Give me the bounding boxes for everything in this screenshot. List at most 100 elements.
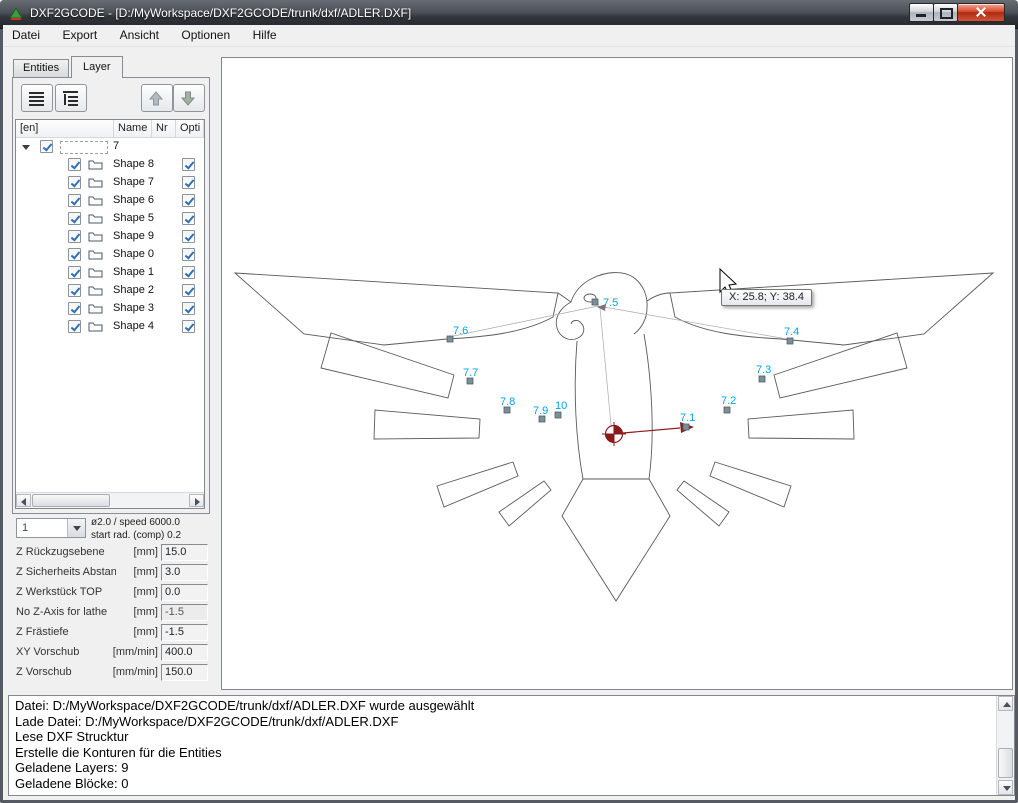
shape-checkbox[interactable] <box>68 266 81 279</box>
shape-label: Shape 9 <box>113 230 154 242</box>
log-line: Datei: D:/MyWorkspace/DXF2GCODE/trunk/dx… <box>15 698 994 714</box>
no-z-axis-field[interactable]: -1.5 <box>161 604 208 621</box>
layer-tree[interactable]: [en] Name Nr Opti 7 Shape 8 <box>15 119 205 509</box>
shape-checkbox[interactable] <box>68 248 81 261</box>
tree-header-name[interactable]: Name <box>114 120 152 138</box>
shape-checkbox[interactable] <box>68 212 81 225</box>
point-marker <box>592 299 598 305</box>
tree-row-shape[interactable]: Shape 3 <box>16 300 204 318</box>
dxf-drawing: 7.5 7.6 7.7 7.8 7.9 10 7.1 7.2 7.3 7.4 <box>222 58 1012 689</box>
tree-hscrollbar[interactable] <box>16 492 204 508</box>
arrow-up-icon <box>1003 702 1011 707</box>
shape-checkbox[interactable] <box>68 194 81 207</box>
scroll-down-button[interactable] <box>998 780 1013 795</box>
scroll-right-button[interactable] <box>189 494 204 507</box>
shape-checkbox[interactable] <box>68 302 81 315</box>
menu-hilfe[interactable]: Hilfe <box>244 25 286 46</box>
shape-label: Shape 5 <box>113 212 154 224</box>
tree-header-nr[interactable]: Nr <box>152 120 176 138</box>
log-line: Geladene Blöcke: 0 <box>15 776 994 792</box>
tree-row-layer[interactable]: 7 <box>16 138 204 156</box>
tree-row-shape[interactable]: Shape 4 <box>16 318 204 336</box>
shape-label: Shape 6 <box>113 194 154 206</box>
window-title: DXF2GCODE - [D:/MyWorkspace/DXF2GCODE/tr… <box>30 0 411 27</box>
opti-checkbox[interactable] <box>182 302 195 315</box>
log-line: Geladene Layers: 9 <box>15 760 994 776</box>
menu-datei[interactable]: Datei <box>3 25 49 46</box>
marker-label: 10 <box>555 400 567 412</box>
tree-row-shape[interactable]: Shape 0 <box>16 246 204 264</box>
opti-checkbox[interactable] <box>182 158 195 171</box>
shape-label: Shape 0 <box>113 248 154 260</box>
z-mill-depth-field[interactable]: -1.5 <box>161 624 208 641</box>
log-lines: Datei: D:/MyWorkspace/DXF2GCODE/trunk/dx… <box>15 698 994 791</box>
vscroll-thumb[interactable] <box>998 748 1013 778</box>
message-log[interactable]: Datei: D:/MyWorkspace/DXF2GCODE/trunk/dx… <box>8 695 1015 796</box>
tool-select[interactable]: 1 <box>16 518 86 538</box>
shape-checkbox[interactable] <box>68 158 81 171</box>
shape-label: Shape 4 <box>113 320 154 332</box>
scroll-left-button[interactable] <box>16 494 31 507</box>
opti-checkbox[interactable] <box>182 194 195 207</box>
z-workpiece-top-field[interactable]: 0.0 <box>161 584 208 601</box>
param-label: Z Vorschub <box>16 666 116 678</box>
expander-icon[interactable] <box>22 145 30 150</box>
tree-row-shape[interactable]: Shape 1 <box>16 264 204 282</box>
opti-checkbox[interactable] <box>182 176 195 189</box>
tree-header-opti[interactable]: Opti <box>176 120 204 138</box>
close-button[interactable] <box>957 3 1005 22</box>
param-label: Z Rückzugsebene <box>16 546 116 558</box>
drawing-canvas[interactable]: 7.5 7.6 7.7 7.8 7.9 10 7.1 7.2 7.3 7.4 <box>221 57 1013 690</box>
tree-row-shape[interactable]: Shape 9 <box>16 228 204 246</box>
hscroll-thumb[interactable] <box>32 494 110 507</box>
opti-checkbox[interactable] <box>182 320 195 333</box>
tool-info-line1: ø2.0 / speed 6000.0 <box>91 517 180 528</box>
tree-row-shape[interactable]: Shape 2 <box>16 282 204 300</box>
menu-optionen[interactable]: Optionen <box>172 25 239 46</box>
opti-checkbox[interactable] <box>182 284 195 297</box>
param-unit: [mm/min] <box>106 666 158 678</box>
move-down-button[interactable] <box>173 84 205 112</box>
xy-feed-field[interactable]: 400.0 <box>161 644 208 661</box>
shape-checkbox[interactable] <box>68 284 81 297</box>
opti-checkbox[interactable] <box>182 248 195 261</box>
shape-checkbox[interactable] <box>68 176 81 189</box>
z-safety-field[interactable]: 3.0 <box>161 564 208 581</box>
z-retract-field[interactable]: 15.0 <box>161 544 208 561</box>
point-marker <box>683 424 689 430</box>
menu-export[interactable]: Export <box>53 25 106 46</box>
point-marker <box>555 412 561 418</box>
scroll-up-button[interactable] <box>998 696 1013 711</box>
move-up-button[interactable] <box>141 84 173 112</box>
arrow-down-icon <box>180 90 197 107</box>
maximize-button[interactable] <box>933 3 958 22</box>
log-vscrollbar[interactable] <box>996 696 1014 795</box>
origin-marker-icon <box>602 422 626 446</box>
minimize-button[interactable] <box>909 3 934 22</box>
collapse-tree-button[interactable] <box>55 84 87 112</box>
shape-label: Shape 8 <box>113 158 154 170</box>
layer-checkbox[interactable] <box>40 140 53 153</box>
tree-row-shape[interactable]: Shape 5 <box>16 210 204 228</box>
param-unit: [mm] <box>106 606 158 618</box>
maximize-icon <box>940 8 953 19</box>
param-label: No Z-Axis for lathe <box>16 606 116 618</box>
tree-row-shape[interactable]: Shape 8 <box>16 156 204 174</box>
menu-ansicht[interactable]: Ansicht <box>111 25 168 46</box>
tree-row-shape[interactable]: Shape 7 <box>16 174 204 192</box>
opti-checkbox[interactable] <box>182 266 195 279</box>
shape-checkbox[interactable] <box>68 230 81 243</box>
shape-checkbox[interactable] <box>68 320 81 333</box>
opti-checkbox[interactable] <box>182 212 195 225</box>
z-feed-field[interactable]: 150.0 <box>161 664 208 681</box>
tree-row-shape[interactable]: Shape 6 <box>16 192 204 210</box>
combo-arrow[interactable] <box>67 519 85 537</box>
tab-layer[interactable]: Layer <box>71 56 123 78</box>
tree-header-en[interactable]: [en] <box>16 120 114 138</box>
opti-checkbox[interactable] <box>182 230 195 243</box>
chevron-down-icon <box>73 526 81 531</box>
expand-all-button[interactable] <box>21 84 53 112</box>
arrow-left-icon <box>21 498 26 506</box>
tab-entities[interactable]: Entities <box>13 59 69 77</box>
log-line: Lese DXF Strucktur <box>15 729 994 745</box>
